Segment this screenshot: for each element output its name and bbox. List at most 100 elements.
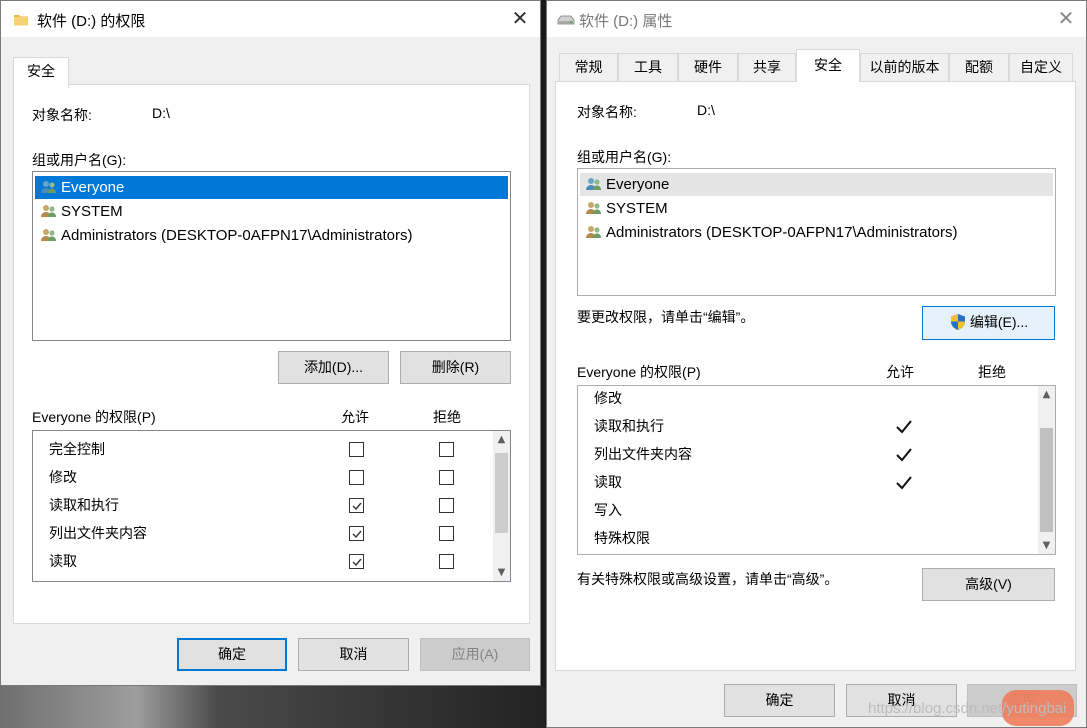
properties-dialog: 软件 (D:) 属性 ✕ 常规 工具 硬件 共享 安全 以前的版本 配额 自定义… xyxy=(546,0,1087,728)
permission-name: 列出文件夹内容 xyxy=(49,525,147,541)
deny-checkbox[interactable] xyxy=(439,554,454,569)
ok-button[interactable]: 确定 xyxy=(177,638,287,671)
list-item[interactable]: Administrators (DESKTOP-0AFPN17\Administ… xyxy=(580,221,1053,244)
close-button[interactable]: ✕ xyxy=(506,5,534,33)
tab-customize[interactable]: 自定义 xyxy=(1009,53,1073,81)
list-item[interactable]: SYSTEM xyxy=(580,197,1053,220)
scroll-down-arrow-icon[interactable]: ▼ xyxy=(1038,537,1055,554)
permission-row-partial xyxy=(33,575,488,581)
window-title: 软件 (D:) 属性 xyxy=(579,13,673,30)
permissions-label: Everyone 的权限(P) xyxy=(577,364,701,380)
cancel-button[interactable]: 取消 xyxy=(298,638,409,671)
scroll-down-arrow-icon[interactable]: ▼ xyxy=(493,564,510,581)
permission-row: 修改 xyxy=(578,386,1033,412)
allow-check-icon xyxy=(894,473,914,491)
permission-row: 读取和执行 xyxy=(578,412,1033,440)
allow-checkbox[interactable] xyxy=(349,498,364,513)
remove-button[interactable]: 删除(R) xyxy=(400,351,511,384)
users-icon xyxy=(40,227,58,243)
drive-icon xyxy=(557,13,575,29)
users-icon xyxy=(585,224,603,240)
permission-name: 写入 xyxy=(594,502,622,518)
permissions-scrollbar[interactable]: ▲ ▼ xyxy=(1038,386,1055,554)
allow-check-icon xyxy=(894,445,914,463)
window-title: 软件 (D:) 的权限 xyxy=(37,13,146,30)
object-name-label: 对象名称: xyxy=(32,107,92,123)
scroll-up-arrow-icon[interactable]: ▲ xyxy=(1038,386,1055,403)
list-item[interactable]: Everyone xyxy=(35,176,508,199)
permission-row: 读取 xyxy=(578,468,1033,496)
user-list[interactable]: Everyone SYSTEM Administrators (DESKTOP-… xyxy=(32,171,511,341)
permissions-list[interactable]: 修改 读取和执行 列出文件夹内容 读取 写入 特殊权限 ▲ ▼ xyxy=(577,385,1056,555)
group-label: 组或用户名(G): xyxy=(577,149,672,165)
scrollbar-thumb[interactable] xyxy=(495,453,508,533)
tab-hardware[interactable]: 硬件 xyxy=(678,53,738,81)
list-item[interactable]: SYSTEM xyxy=(35,200,508,223)
group-label: 组或用户名(G): xyxy=(32,152,127,168)
permission-name: 特殊权限 xyxy=(594,530,650,546)
tab-sharing[interactable]: 共享 xyxy=(738,53,796,81)
permission-name: 列出文件夹内容 xyxy=(594,446,692,462)
watermark-text: https://blog.csdn.net/yutingbai xyxy=(868,700,1067,717)
permissions-list[interactable]: 完全控制 修改 读取和执行 列出文件夹内容 读取 ▲ ▼ xyxy=(32,430,511,582)
permissions-dialog: 软件 (D:) 的权限 ✕ 安全 对象名称: D:\ 组或用户名(G): Eve… xyxy=(0,0,541,686)
user-list[interactable]: Everyone SYSTEM Administrators (DESKTOP-… xyxy=(577,168,1056,296)
object-name-value: D:\ xyxy=(152,105,170,121)
permission-row: 列出文件夹内容 xyxy=(578,440,1033,468)
permission-name: 读取和执行 xyxy=(49,497,119,513)
permission-name: 读取 xyxy=(594,474,622,490)
permission-row: 完全控制 xyxy=(33,435,488,463)
permission-row: 特殊权限 xyxy=(578,524,1033,552)
title-bar: 软件 (D:) 的权限 ✕ xyxy=(1,1,540,37)
users-icon xyxy=(40,203,58,219)
list-item[interactable]: Everyone xyxy=(580,173,1053,196)
permission-name: 读取和执行 xyxy=(594,418,664,434)
allow-checkbox[interactable] xyxy=(349,554,364,569)
tab-tools[interactable]: 工具 xyxy=(618,53,678,81)
users-icon xyxy=(585,200,603,216)
advanced-button[interactable]: 高级(V) xyxy=(922,568,1055,601)
deny-checkbox[interactable] xyxy=(439,470,454,485)
permission-row: 列出文件夹内容 xyxy=(33,519,488,547)
apply-button[interactable]: 应用(A) xyxy=(420,638,530,671)
tab-security[interactable]: 安全 xyxy=(13,57,69,88)
users-icon xyxy=(585,176,603,192)
add-button[interactable]: 添加(D)... xyxy=(278,351,389,384)
edit-button[interactable]: 编辑(E)... xyxy=(922,306,1055,340)
permissions-scrollbar[interactable]: ▲ ▼ xyxy=(493,431,510,581)
permission-row: 读取 xyxy=(33,547,488,575)
allow-checkbox[interactable] xyxy=(349,526,364,541)
permission-row: 读取和执行 xyxy=(33,491,488,519)
folder-icon xyxy=(13,11,29,27)
permission-name: 读取 xyxy=(49,553,77,569)
list-item[interactable]: Administrators (DESKTOP-0AFPN17\Administ… xyxy=(35,224,508,247)
title-bar: 软件 (D:) 属性 ✕ xyxy=(547,1,1086,37)
tab-previous-versions[interactable]: 以前的版本 xyxy=(860,53,949,81)
allow-header: 允许 xyxy=(341,409,369,425)
permissions-label: Everyone 的权限(P) xyxy=(32,409,156,425)
allow-check-icon xyxy=(894,417,914,435)
background-photo xyxy=(0,686,545,728)
permission-name: 修改 xyxy=(49,469,77,485)
tab-quota[interactable]: 配额 xyxy=(949,53,1009,81)
allow-checkbox[interactable] xyxy=(349,442,364,457)
edit-hint: 要更改权限，请单击“编辑”。 xyxy=(577,309,755,325)
deny-header: 拒绝 xyxy=(978,364,1006,380)
permission-name: 修改 xyxy=(594,390,622,406)
allow-header: 允许 xyxy=(886,364,914,380)
scroll-up-arrow-icon[interactable]: ▲ xyxy=(493,431,510,448)
permission-name: 完全控制 xyxy=(49,441,105,457)
object-name-label: 对象名称: xyxy=(577,104,637,120)
deny-checkbox[interactable] xyxy=(439,526,454,541)
tab-security[interactable]: 安全 xyxy=(796,49,860,82)
close-button[interactable]: ✕ xyxy=(1052,5,1080,33)
object-name-value: D:\ xyxy=(697,102,715,118)
allow-checkbox[interactable] xyxy=(349,470,364,485)
permission-row: 写入 xyxy=(578,496,1033,524)
scrollbar-thumb[interactable] xyxy=(1040,428,1053,532)
deny-checkbox[interactable] xyxy=(439,442,454,457)
deny-checkbox[interactable] xyxy=(439,498,454,513)
ok-button[interactable]: 确定 xyxy=(724,684,835,717)
tab-general[interactable]: 常规 xyxy=(559,53,618,81)
users-icon xyxy=(40,179,58,195)
